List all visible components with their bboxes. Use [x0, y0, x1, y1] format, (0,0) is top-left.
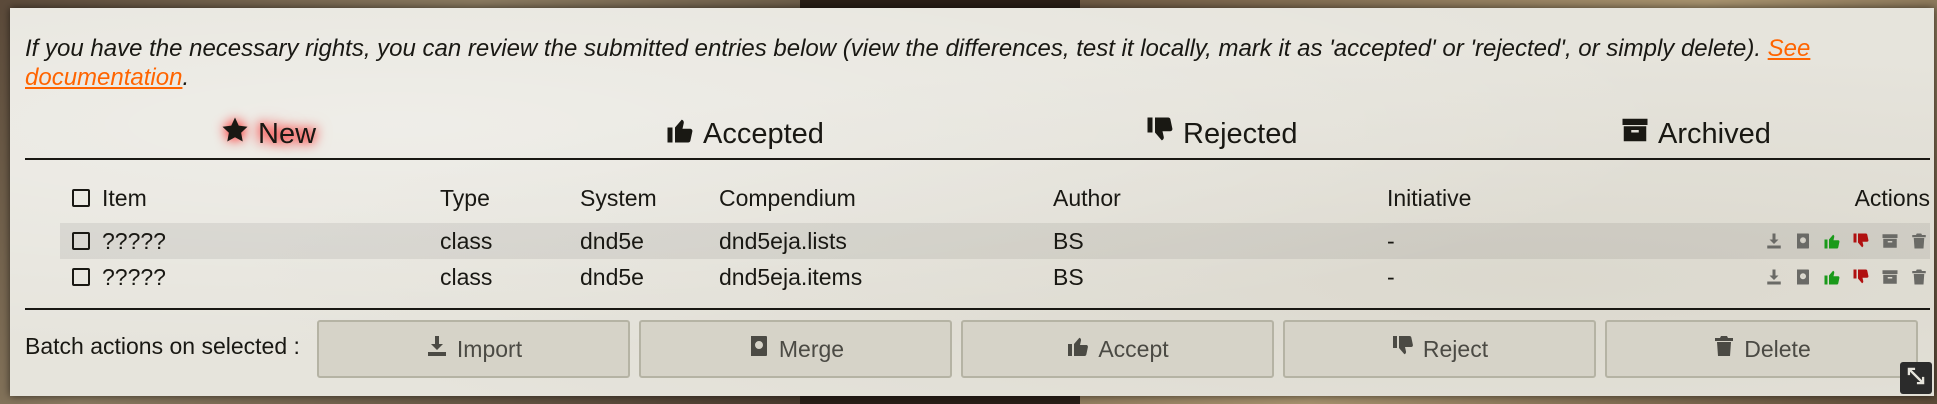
row-system: dnd5e [580, 227, 644, 254]
section-divider [25, 308, 1930, 310]
row-author: BS [1053, 263, 1084, 290]
archive-icon [1620, 115, 1650, 153]
download-icon[interactable] [1763, 230, 1785, 252]
row-checkbox[interactable] [72, 232, 90, 250]
accept-button-label: Accept [1098, 335, 1169, 362]
accept-thumbs-up-icon[interactable] [1821, 230, 1843, 252]
tab-archived-label: Archived [1658, 117, 1771, 150]
import-button[interactable]: Import [317, 320, 630, 378]
merge-button[interactable]: Merge [639, 320, 952, 378]
intro-description: If you have the necessary rights, you ca… [25, 35, 1768, 62]
tab-archived[interactable]: Archived [1620, 114, 1771, 154]
intro-text: If you have the necessary rights, you ca… [25, 34, 1915, 92]
star-icon [220, 115, 250, 153]
batch-actions-label: Batch actions on selected : [25, 333, 300, 359]
row-compendium: dnd5eja.items [719, 263, 863, 290]
trash-icon[interactable] [1908, 266, 1930, 288]
row-author: BS [1053, 227, 1084, 254]
tab-accepted[interactable]: Accepted [665, 114, 824, 154]
row-item-cell: ????? [72, 223, 166, 259]
header-item: Item [72, 173, 147, 223]
status-tabs: New Accepted Rejected Archived [25, 106, 1930, 160]
select-all-checkbox[interactable] [72, 189, 90, 207]
resize-arrows-icon [1905, 365, 1927, 391]
reject-thumbs-down-icon[interactable] [1850, 230, 1872, 252]
row-type: class [440, 227, 493, 254]
tab-rejected-label: Rejected [1183, 117, 1298, 150]
table-row: ????? class dnd5e dnd5eja.items BS - [60, 259, 1930, 295]
reject-button-label: Reject [1422, 335, 1489, 362]
resize-handle[interactable] [1900, 362, 1932, 394]
header-author: Author [1053, 184, 1121, 211]
tab-new[interactable]: New [220, 114, 316, 154]
reject-button[interactable]: Reject [1283, 320, 1596, 378]
review-panel: If you have the necessary rights, you ca… [10, 8, 1934, 396]
trash-icon [1712, 334, 1736, 364]
submissions-table: Item Type System Compendium Author Initi… [60, 173, 1930, 295]
merge-button-label: Merge [778, 335, 845, 362]
header-item-label: Item [102, 184, 147, 211]
row-actions [1763, 223, 1930, 259]
archive-icon[interactable] [1879, 230, 1901, 252]
thumbs-up-icon [1066, 334, 1090, 364]
header-system: System [580, 184, 657, 211]
reject-thumbs-down-icon[interactable] [1850, 266, 1872, 288]
intro-suffix: . [182, 64, 190, 91]
tab-rejected[interactable]: Rejected [1145, 114, 1297, 154]
merge-book-icon [747, 334, 771, 364]
header-initiative: Initiative [1387, 184, 1472, 211]
download-icon[interactable] [1763, 266, 1785, 288]
row-actions [1763, 259, 1930, 295]
row-item: ????? [102, 263, 166, 290]
accept-button[interactable]: Accept [961, 320, 1274, 378]
row-system: dnd5e [580, 263, 644, 290]
import-button-label: Import [456, 335, 523, 362]
row-item-cell: ????? [72, 259, 166, 295]
accept-thumbs-up-icon[interactable] [1821, 266, 1843, 288]
trash-icon[interactable] [1908, 230, 1930, 252]
row-type: class [440, 263, 493, 290]
delete-button-label: Delete [1744, 335, 1811, 362]
merge-book-icon[interactable] [1792, 230, 1814, 252]
merge-book-icon[interactable] [1792, 266, 1814, 288]
row-item: ????? [102, 227, 166, 254]
row-initiative: - [1387, 227, 1395, 254]
row-initiative: - [1387, 263, 1395, 290]
header-compendium: Compendium [719, 184, 856, 211]
row-checkbox[interactable] [72, 268, 90, 286]
archive-icon[interactable] [1879, 266, 1901, 288]
thumbs-down-icon [1391, 334, 1415, 364]
table-row: ????? class dnd5e dnd5eja.lists BS - [60, 223, 1930, 259]
tab-accepted-label: Accepted [703, 117, 824, 150]
table-header: Item Type System Compendium Author Initi… [60, 173, 1930, 223]
tab-new-label: New [258, 117, 317, 150]
thumbs-down-icon [1145, 115, 1175, 153]
row-compendium: dnd5eja.lists [719, 227, 847, 254]
download-icon [425, 334, 449, 364]
header-type: Type [440, 184, 490, 211]
delete-button[interactable]: Delete [1605, 320, 1918, 378]
header-actions: Actions [1854, 184, 1930, 211]
thumbs-up-icon [665, 115, 695, 153]
